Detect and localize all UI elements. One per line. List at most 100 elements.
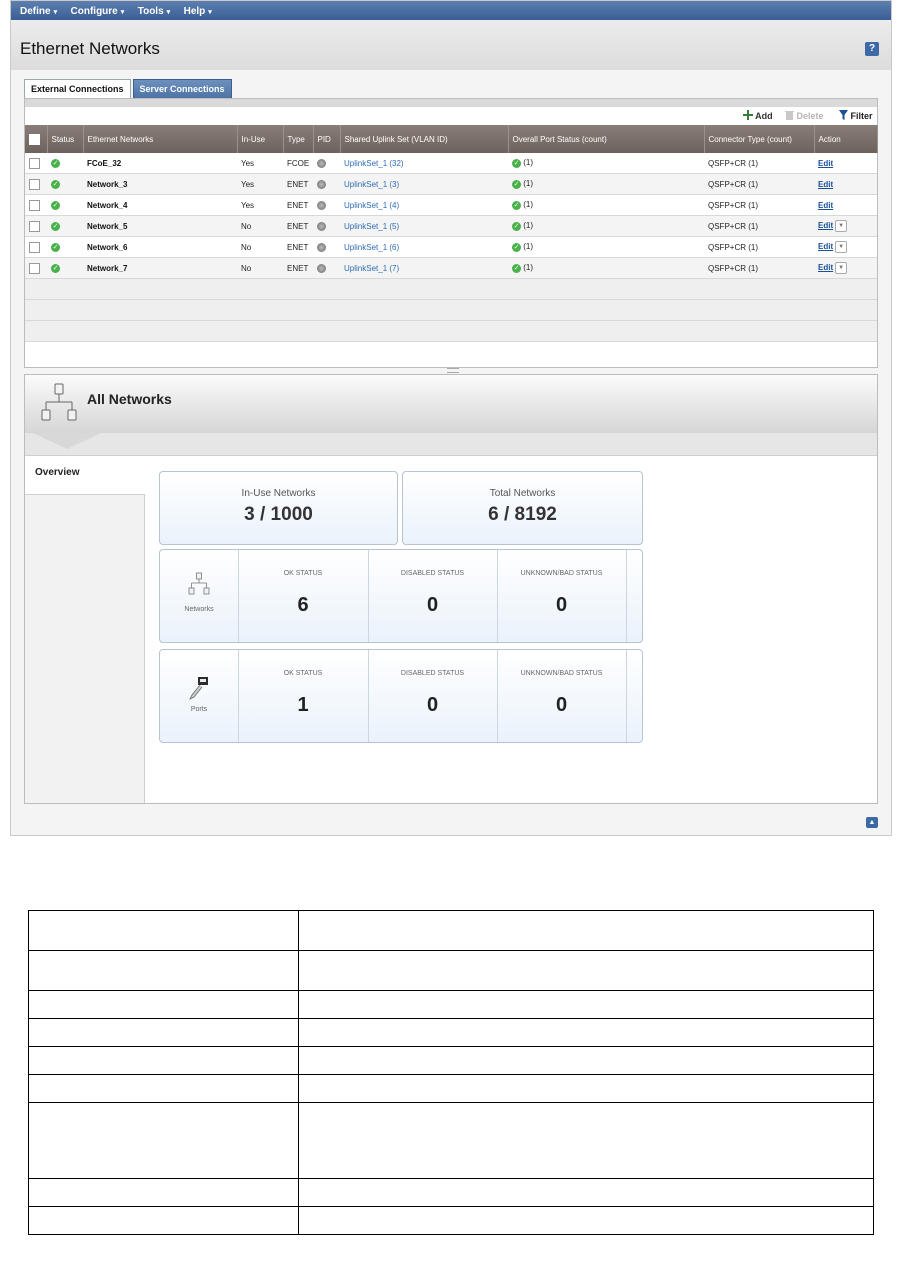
row-checkbox[interactable] [29, 220, 40, 232]
menu-help[interactable]: Help ▾ [184, 2, 212, 22]
col-pid[interactable]: PID [313, 125, 341, 153]
menu-configure[interactable]: Configure ▾ [71, 2, 125, 22]
network-name[interactable]: Network_3 [83, 173, 237, 195]
add-button[interactable]: Add [743, 110, 773, 121]
selection-pointer [33, 433, 101, 449]
col-connector-type[interactable]: Connector Type (count) [704, 125, 815, 153]
edit-link[interactable]: Edit [818, 263, 833, 272]
pid-indicator-icon [317, 200, 326, 210]
collapse-up-icon[interactable]: ▲ [866, 817, 878, 828]
status-cell: ✓ [47, 153, 83, 174]
action-cell: Edit [814, 194, 877, 216]
networks-table: Status Ethernet Networks In-Use Type PID… [25, 125, 878, 342]
networks-panel: Add Delete Filter Status Ethernet Networ… [24, 98, 878, 368]
uplink-cell: UplinkSet_1 (3) [340, 173, 508, 195]
total-networks-value: 6 / 8192 [488, 504, 557, 525]
in-use-value: Yes [237, 173, 283, 195]
network-name[interactable]: FCoE_32 [83, 153, 237, 174]
uplink-set-link[interactable]: UplinkSet_1 (3) [344, 180, 399, 189]
edit-link[interactable]: Edit [818, 242, 833, 251]
table-cell [297, 1046, 875, 1075]
edit-link[interactable]: Edit [818, 201, 833, 210]
row-checkbox[interactable] [29, 241, 40, 253]
table-row[interactable]: ✓ Network_5 No ENET UplinkSet_1 (5) ✓ (1) QSFP… [25, 215, 877, 237]
inuse-networks-value: 3 / 1000 [244, 504, 313, 525]
action-cell: Edit ▼ [814, 215, 877, 237]
table-cell [297, 910, 875, 951]
menu-tools[interactable]: Tools ▾ [138, 2, 170, 22]
delete-button[interactable]: Delete [785, 110, 824, 121]
network-name[interactable]: Network_7 [83, 257, 237, 279]
type-value: ENET [283, 236, 313, 258]
pid-indicator-icon [317, 179, 326, 189]
table-row[interactable]: ✓ Network_4 Yes ENET UplinkSet_1 (4) ✓ (1) QSF… [25, 194, 877, 216]
table-row [28, 1178, 875, 1207]
uplink-set-link[interactable]: UplinkSet_1 (5) [344, 222, 399, 231]
pid-indicator-icon [317, 158, 326, 168]
tab-external-connections[interactable]: External Connections [24, 79, 131, 100]
ports-ok-value: 1 [297, 694, 309, 716]
table-row[interactable]: ✓ Network_7 No ENET UplinkSet_1 (7) ✓ (1) QSFP… [25, 257, 877, 279]
col-action: Action [814, 125, 878, 153]
help-icon[interactable]: ? [865, 42, 879, 56]
row-select-cell [25, 153, 47, 174]
col-status[interactable]: Status [47, 125, 84, 153]
table-header-row: Status Ethernet Networks In-Use Type PID… [25, 125, 878, 153]
tab-overview[interactable]: Overview [35, 467, 79, 478]
table-body: ✓ FCoE_32 Yes FCOE UplinkSet_1 (32) ✓ (1) QSFP… [25, 153, 877, 342]
menu-define[interactable]: Define ▾ [20, 2, 57, 22]
col-type[interactable]: Type [283, 125, 314, 153]
edit-link[interactable]: Edit [818, 159, 833, 168]
col-ethernet-networks[interactable]: Ethernet Networks [83, 125, 238, 153]
networks-unknown-value: 0 [555, 594, 568, 616]
col-overall-port-status[interactable]: Overall Port Status (count) [508, 125, 705, 153]
row-checkbox[interactable] [29, 178, 40, 190]
filter-button[interactable]: Filter [839, 110, 873, 121]
pid-cell [313, 173, 340, 195]
uplink-set-link[interactable]: UplinkSet_1 (4) [344, 201, 399, 210]
ports-unknown-value: 0 [555, 694, 568, 716]
row-checkbox[interactable] [29, 262, 40, 274]
uplink-set-link[interactable]: UplinkSet_1 (7) [344, 264, 399, 273]
uplink-set-link[interactable]: UplinkSet_1 (32) [344, 159, 404, 168]
edit-link[interactable]: Edit [818, 221, 833, 230]
chevron-down-icon[interactable]: ▼ [835, 220, 848, 232]
ports-icon-label: Ports [190, 706, 208, 713]
checkmark-icon: ✓ [51, 179, 60, 189]
chevron-down-icon[interactable]: ▼ [835, 262, 848, 274]
checkmark-icon: ✓ [512, 158, 521, 168]
table-row [28, 1018, 875, 1047]
table-row[interactable]: ✓ FCoE_32 Yes FCOE UplinkSet_1 (32) ✓ (1) QSFP… [25, 153, 877, 174]
edit-link[interactable]: Edit [818, 180, 833, 189]
in-use-value: No [237, 236, 283, 258]
network-name[interactable]: Network_6 [83, 236, 237, 258]
network-name[interactable]: Network_5 [83, 215, 237, 237]
table-row[interactable]: ✓ Network_3 Yes ENET UplinkSet_1 (3) ✓ (1) QSF… [25, 173, 877, 195]
chevron-down-icon[interactable]: ▼ [835, 241, 848, 253]
table-row[interactable]: ✓ Network_6 No ENET UplinkSet_1 (6) ✓ (1) QSFP… [25, 236, 877, 258]
pid-cell [313, 153, 340, 174]
select-all-header [25, 125, 48, 153]
ports-disabled-value: 0 [426, 694, 439, 716]
select-all-checkbox[interactable] [29, 133, 40, 145]
type-value: ENET [283, 257, 313, 279]
panel-splitter-handle[interactable] [447, 368, 459, 373]
tab-server-connections[interactable]: Server Connections [132, 79, 232, 100]
row-checkbox[interactable] [29, 199, 40, 211]
row-checkbox[interactable] [29, 157, 40, 169]
network-name[interactable]: Network_4 [83, 194, 237, 216]
pid-cell [313, 257, 340, 279]
checkmark-icon: ✓ [512, 200, 521, 210]
table-row [28, 950, 875, 991]
table-row [28, 1206, 875, 1235]
networks-status-card: Networks OK STATUS 6 DISABLED STATUS 0 U… [159, 549, 643, 643]
networks-ok-cell: OK STATUS 6 [238, 550, 369, 642]
connector-type-value: QSFP+CR (1) [704, 153, 814, 174]
col-in-use[interactable]: In-Use [237, 125, 284, 153]
uplink-cell: UplinkSet_1 (32) [340, 153, 508, 174]
ports-disabled-cell: DISABLED STATUS 0 [368, 650, 498, 742]
uplink-set-link[interactable]: UplinkSet_1 (6) [344, 243, 399, 252]
table-row [28, 1046, 875, 1075]
port-status-count: (1) [523, 179, 534, 189]
col-shared-uplink-set[interactable]: Shared Uplink Set (VLAN ID) [340, 125, 509, 153]
